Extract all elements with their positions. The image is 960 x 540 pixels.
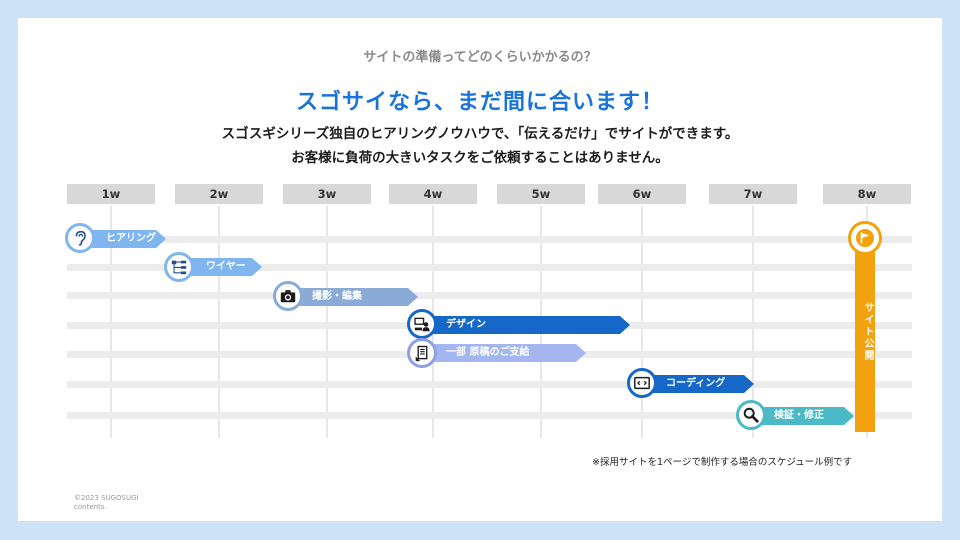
grid-row xyxy=(67,236,912,243)
grid-row xyxy=(67,292,912,299)
code-icon xyxy=(634,376,650,390)
task-circle-photography xyxy=(273,281,303,311)
task-bar-manuscript: 一部 原稿のご支給 xyxy=(416,344,586,362)
slide: サイトの準備ってどのくらいかかるの？ スゴサイなら、まだ間に合います！ スゴスギ… xyxy=(18,18,942,521)
launch-label: サイト公開 xyxy=(862,302,873,362)
week-header-5: 5w xyxy=(497,184,585,204)
launch-circle xyxy=(848,221,882,255)
designer-icon xyxy=(414,317,430,332)
task-bar-design: デザイン xyxy=(416,316,630,334)
task-circle-hearing xyxy=(65,223,95,253)
copyright-line-1: ©2023 SUGOSUGI xyxy=(74,494,139,502)
question-text: サイトの準備ってどのくらいかかるの？ xyxy=(363,50,597,65)
sitemap-icon xyxy=(171,260,187,275)
task-label: ワイヤー xyxy=(206,261,246,272)
task-label: 撮影・編集 xyxy=(312,291,362,302)
week-header-6: 6w xyxy=(598,184,686,204)
task-circle-coding xyxy=(627,368,657,398)
week-header-4: 4w xyxy=(389,184,477,204)
camera-icon xyxy=(280,290,296,303)
headline: スゴサイなら、まだ間に合います！ xyxy=(295,90,664,115)
magnifier-icon xyxy=(743,407,759,423)
task-circle-verification xyxy=(736,400,766,430)
copyright-line-2: contents. xyxy=(74,503,107,511)
week-header-8: 8w xyxy=(823,184,911,204)
week-header-1: 1w xyxy=(67,184,155,204)
week-header-3: 3w xyxy=(283,184,371,204)
task-label: 一部 原稿のご支給 xyxy=(446,347,530,358)
task-label: ヒアリング xyxy=(106,233,156,244)
copyright: ©2023 SUGOSUGI contents. xyxy=(74,494,139,512)
task-circle-design xyxy=(407,309,437,339)
document-icon xyxy=(415,345,428,362)
grid-row xyxy=(67,381,912,388)
week-header-2: 2w xyxy=(175,184,263,204)
task-label: 検証・修正 xyxy=(774,410,824,421)
description-line-2: お客様に負荷の大きいタスクをご依頼することはありません。 xyxy=(291,150,669,166)
task-label: デザイン xyxy=(446,319,486,330)
task-circle-wireframe xyxy=(164,252,194,282)
task-label: コーディング xyxy=(666,378,726,389)
footnote: ※採用サイトを1ページで制作する場合のスケジュール例です xyxy=(592,457,853,468)
description-line-1: スゴスギシリーズ独自のヒアリングノウハウで、「伝えるだけ」でサイトができます。 xyxy=(221,126,739,142)
task-circle-manuscript xyxy=(407,338,437,368)
ear-icon xyxy=(75,230,86,246)
week-header-7: 7w xyxy=(709,184,797,204)
flag-icon xyxy=(856,229,874,247)
